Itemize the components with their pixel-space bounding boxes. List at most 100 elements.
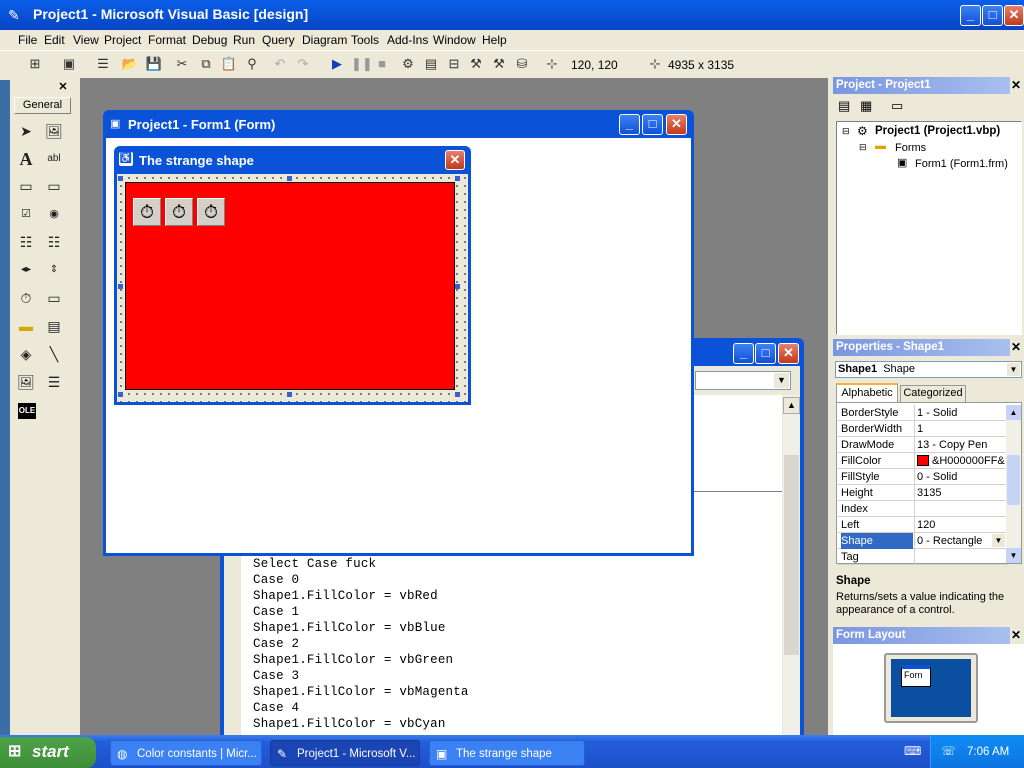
frame-icon[interactable]: ▭ [15, 175, 37, 197]
label-icon[interactable]: A [15, 148, 37, 170]
property-value[interactable] [914, 549, 1008, 565]
property-row[interactable]: FillColor &H000000FF& [838, 453, 1008, 469]
tree-collapse-icon[interactable]: ⊟ [859, 142, 867, 153]
procedure-dropdown-arrow[interactable]: ▼ [774, 373, 789, 388]
procedure-dropdown[interactable]: ▼ [695, 371, 791, 390]
resize-handle[interactable] [287, 392, 292, 397]
data-icon[interactable]: ☰ [43, 371, 65, 393]
open-icon[interactable]: 📂 [121, 55, 139, 73]
tab-alphabetic[interactable]: Alphabetic [836, 383, 898, 402]
paste-icon[interactable]: 📋 [220, 55, 238, 73]
properties-window-icon[interactable]: ▤ [422, 55, 440, 73]
property-row[interactable]: Left 120 [838, 517, 1008, 533]
line-icon[interactable]: ╲ [43, 343, 65, 365]
pointer-icon[interactable]: ➤ [15, 120, 37, 142]
mini-form[interactable]: Forn [901, 665, 931, 687]
properties-panel-close-icon[interactable]: ✕ [1011, 340, 1021, 354]
property-value[interactable]: 0 - Rectangle ▼ [914, 533, 1008, 549]
property-row[interactable]: Shape 0 - Rectangle ▼ [838, 533, 1008, 549]
tree-form1[interactable]: Form1 (Form1.frm) [915, 158, 1008, 170]
menu-run[interactable]: Run [233, 33, 255, 47]
add-project-icon[interactable]: ⊞ [26, 55, 44, 73]
menu-format[interactable]: Format [148, 33, 186, 47]
property-row[interactable]: BorderStyle 1 - Solid [838, 405, 1008, 421]
object-browser-icon[interactable]: ⚒ [467, 55, 485, 73]
menu-editor-icon[interactable]: ☰ [94, 55, 112, 73]
form-layout-icon[interactable]: ⊟ [445, 55, 463, 73]
timer-control-icon[interactable]: ⏱ [197, 198, 225, 226]
prop-scroll-thumb[interactable] [1007, 455, 1020, 505]
menu-project[interactable]: Project [104, 33, 141, 47]
scroll-up-arrow[interactable]: ▲ [783, 397, 800, 414]
menu-edit[interactable]: Edit [44, 33, 65, 47]
resize-handle[interactable] [118, 392, 123, 397]
property-value[interactable]: &H000000FF& [914, 453, 1008, 469]
property-value[interactable]: 120 [914, 517, 1008, 533]
property-row[interactable]: Tag [838, 549, 1008, 565]
taskbar-item[interactable]: ▣ The strange shape [429, 740, 585, 766]
tree-forms-folder[interactable]: Forms [895, 142, 926, 154]
menu-view[interactable]: View [73, 33, 99, 47]
prop-scroll-up[interactable]: ▲ [1006, 405, 1021, 420]
end-icon[interactable]: ■ [373, 55, 391, 73]
code-close-button[interactable]: ✕ [778, 343, 799, 364]
menu-file[interactable]: File [18, 33, 37, 47]
combobox-icon[interactable]: ☷ [15, 231, 37, 253]
property-row[interactable]: Height 3135 [838, 485, 1008, 501]
prop-scroll-down[interactable]: ▼ [1006, 548, 1021, 563]
add-form-icon[interactable]: ▣ [60, 55, 78, 73]
form-minimize-button[interactable]: _ [619, 114, 640, 135]
ole-icon[interactable]: OLE [18, 403, 36, 419]
code-minimize-button[interactable]: _ [733, 343, 754, 364]
save-icon[interactable]: 💾 [145, 55, 163, 73]
filelistbox-icon[interactable]: ▤ [43, 315, 65, 337]
property-row[interactable]: FillStyle 0 - Solid [838, 469, 1008, 485]
checkbox-icon[interactable]: ☑ [15, 203, 37, 225]
form-maximize-button[interactable]: □ [642, 114, 663, 135]
start-button[interactable]: ⊞ start [0, 737, 96, 768]
tree-project-root[interactable]: Project1 (Project1.vbp) [875, 125, 1000, 137]
hscrollbar-icon[interactable]: ◂▸ [15, 259, 37, 281]
start-icon[interactable]: ▶ [328, 55, 346, 73]
dirlistbox-icon[interactable]: ▬ [15, 315, 37, 337]
taskbar-item[interactable]: ◍ Color constants | Micr... [110, 740, 262, 766]
copy-icon[interactable]: ⧉ [197, 55, 215, 73]
find-icon[interactable]: ⚲ [243, 55, 261, 73]
property-vscrollbar[interactable]: ▲ ▼ [1006, 405, 1021, 563]
toolbox-icon[interactable]: ⚒ [490, 55, 508, 73]
menu-help[interactable]: Help [482, 33, 507, 47]
image-icon[interactable]: 🖼 [15, 371, 37, 393]
tree-collapse-icon[interactable]: ⊟ [842, 126, 850, 137]
menu-add-ins[interactable]: Add-Ins [387, 33, 428, 47]
property-value[interactable]: 1 [914, 421, 1008, 437]
code-maximize-button[interactable]: □ [755, 343, 776, 364]
toggle-folders-icon[interactable]: ▭ [891, 98, 903, 114]
resize-handle[interactable] [455, 284, 460, 289]
form-close-button[interactable]: ✕ [666, 114, 687, 135]
keyboard-icon[interactable]: ⌨ [904, 744, 921, 758]
timer-control-icon[interactable]: ⏱ [165, 198, 193, 226]
property-value[interactable]: 3135 [914, 485, 1008, 501]
shape-icon[interactable]: ◈ [15, 343, 37, 365]
property-value[interactable]: 1 - Solid [914, 405, 1008, 421]
property-value[interactable]: 0 - Solid [914, 469, 1008, 485]
view-code-icon[interactable]: ▤ [838, 98, 850, 114]
property-row[interactable]: Index [838, 501, 1008, 517]
timer-control-icon[interactable]: ⏱ [133, 198, 161, 226]
maximize-button[interactable]: □ [982, 5, 1003, 26]
property-value[interactable]: 13 - Copy Pen [914, 437, 1008, 453]
project-panel-close-icon[interactable]: ✕ [1011, 78, 1021, 92]
optionbutton-icon[interactable]: ◉ [43, 203, 65, 225]
form-layout-close-icon[interactable]: ✕ [1011, 628, 1021, 642]
cut-icon[interactable]: ✂ [173, 55, 191, 73]
network-icon[interactable]: ☏ [941, 744, 956, 758]
menu-debug[interactable]: Debug [192, 33, 227, 47]
menu-diagram[interactable]: Diagram [302, 33, 347, 47]
object-selector-arrow[interactable]: ▼ [1007, 363, 1020, 376]
drivelistbox-icon[interactable]: ▭ [43, 287, 65, 309]
project-explorer-icon[interactable]: ⚙ [399, 55, 417, 73]
redo-icon[interactable]: ↷ [294, 55, 312, 73]
designer-form-close-button[interactable]: ✕ [445, 150, 465, 170]
minimize-button[interactable]: _ [960, 5, 981, 26]
resize-handle[interactable] [455, 176, 460, 181]
